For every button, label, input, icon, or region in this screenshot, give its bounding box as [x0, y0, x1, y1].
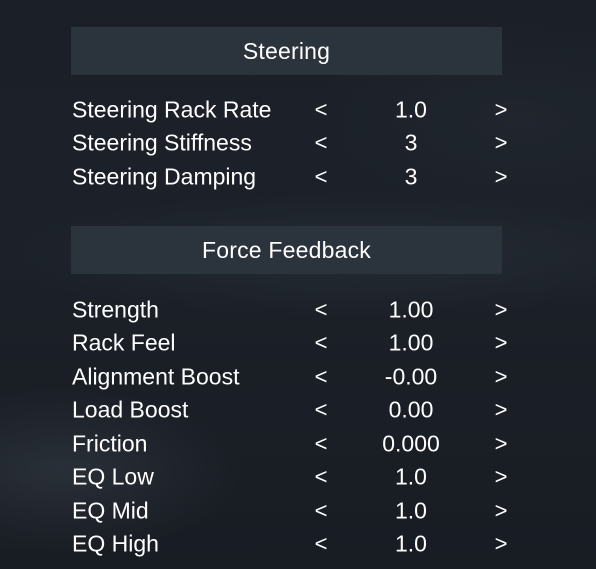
increase-arrow-icon[interactable]: >: [491, 330, 511, 356]
load-boost-row: Load Boost < 0.00 >: [71, 394, 511, 428]
increase-arrow-icon[interactable]: >: [491, 498, 511, 524]
eq-high-row: EQ High < 1.0 >: [71, 528, 511, 562]
setting-value: -0.00: [384, 363, 438, 390]
setting-value: 3: [404, 163, 418, 190]
increase-arrow-icon[interactable]: >: [491, 164, 511, 190]
setting-label: Load Boost: [72, 396, 189, 423]
setting-label: Friction: [72, 430, 148, 457]
setting-label: Strength: [72, 296, 159, 323]
decrease-arrow-icon[interactable]: <: [311, 397, 331, 423]
setting-label: EQ High: [72, 530, 159, 557]
setting-value: 1.0: [395, 530, 427, 557]
setting-value: 1.00: [388, 296, 434, 323]
setting-label: Steering Rack Rate: [72, 96, 272, 123]
steering-section-title: Steering: [242, 37, 331, 64]
decrease-arrow-icon[interactable]: <: [311, 364, 331, 390]
setting-value: 1.0: [395, 96, 427, 123]
setting-value: 0.000: [382, 430, 440, 457]
setting-label: Alignment Boost: [72, 363, 240, 390]
decrease-arrow-icon[interactable]: <: [311, 431, 331, 457]
increase-arrow-icon[interactable]: >: [491, 431, 511, 457]
increase-arrow-icon[interactable]: >: [491, 464, 511, 490]
steering-stiffness-row: Steering Stiffness < 3 >: [71, 127, 511, 161]
strength-row: Strength < 1.00 >: [71, 293, 511, 327]
steering-section-header: Steering: [71, 27, 502, 75]
decrease-arrow-icon[interactable]: <: [311, 330, 331, 356]
eq-low-row: EQ Low < 1.0 >: [71, 461, 511, 495]
friction-row: Friction < 0.000 >: [71, 427, 511, 461]
rack-feel-row: Rack Feel < 1.00 >: [71, 327, 511, 361]
force-feedback-section-header: Force Feedback: [71, 226, 502, 274]
setting-value: 1.0: [395, 463, 427, 490]
decrease-arrow-icon[interactable]: <: [311, 297, 331, 323]
setting-label: Rack Feel: [72, 329, 176, 356]
steering-settings-list: Steering Rack Rate < 1.0 > Steering Stif…: [71, 93, 511, 194]
force-feedback-section-title: Force Feedback: [202, 236, 371, 263]
force-feedback-settings-list: Strength < 1.00 > Rack Feel < 1.00 > Ali…: [71, 293, 511, 561]
decrease-arrow-icon[interactable]: <: [311, 498, 331, 524]
increase-arrow-icon[interactable]: >: [491, 297, 511, 323]
setting-label: Steering Stiffness: [72, 129, 252, 156]
steering-damping-row: Steering Damping < 3 >: [71, 160, 511, 194]
decrease-arrow-icon[interactable]: <: [311, 164, 331, 190]
steering-rack-rate-row: Steering Rack Rate < 1.0 >: [71, 93, 511, 127]
setting-value: 1.0: [395, 497, 427, 524]
decrease-arrow-icon[interactable]: <: [311, 531, 331, 557]
decrease-arrow-icon[interactable]: <: [311, 130, 331, 156]
increase-arrow-icon[interactable]: >: [491, 397, 511, 423]
alignment-boost-row: Alignment Boost < -0.00 >: [71, 360, 511, 394]
eq-mid-row: EQ Mid < 1.0 >: [71, 494, 511, 528]
setting-value: 3: [404, 129, 418, 156]
increase-arrow-icon[interactable]: >: [491, 97, 511, 123]
setting-value: 1.00: [388, 329, 434, 356]
decrease-arrow-icon[interactable]: <: [311, 97, 331, 123]
increase-arrow-icon[interactable]: >: [491, 531, 511, 557]
setting-label: Steering Damping: [72, 163, 257, 190]
increase-arrow-icon[interactable]: >: [491, 130, 511, 156]
setting-value: 0.00: [388, 396, 434, 423]
setting-label: EQ Low: [72, 463, 154, 490]
increase-arrow-icon[interactable]: >: [491, 364, 511, 390]
decrease-arrow-icon[interactable]: <: [311, 464, 331, 490]
setting-label: EQ Mid: [72, 497, 149, 524]
